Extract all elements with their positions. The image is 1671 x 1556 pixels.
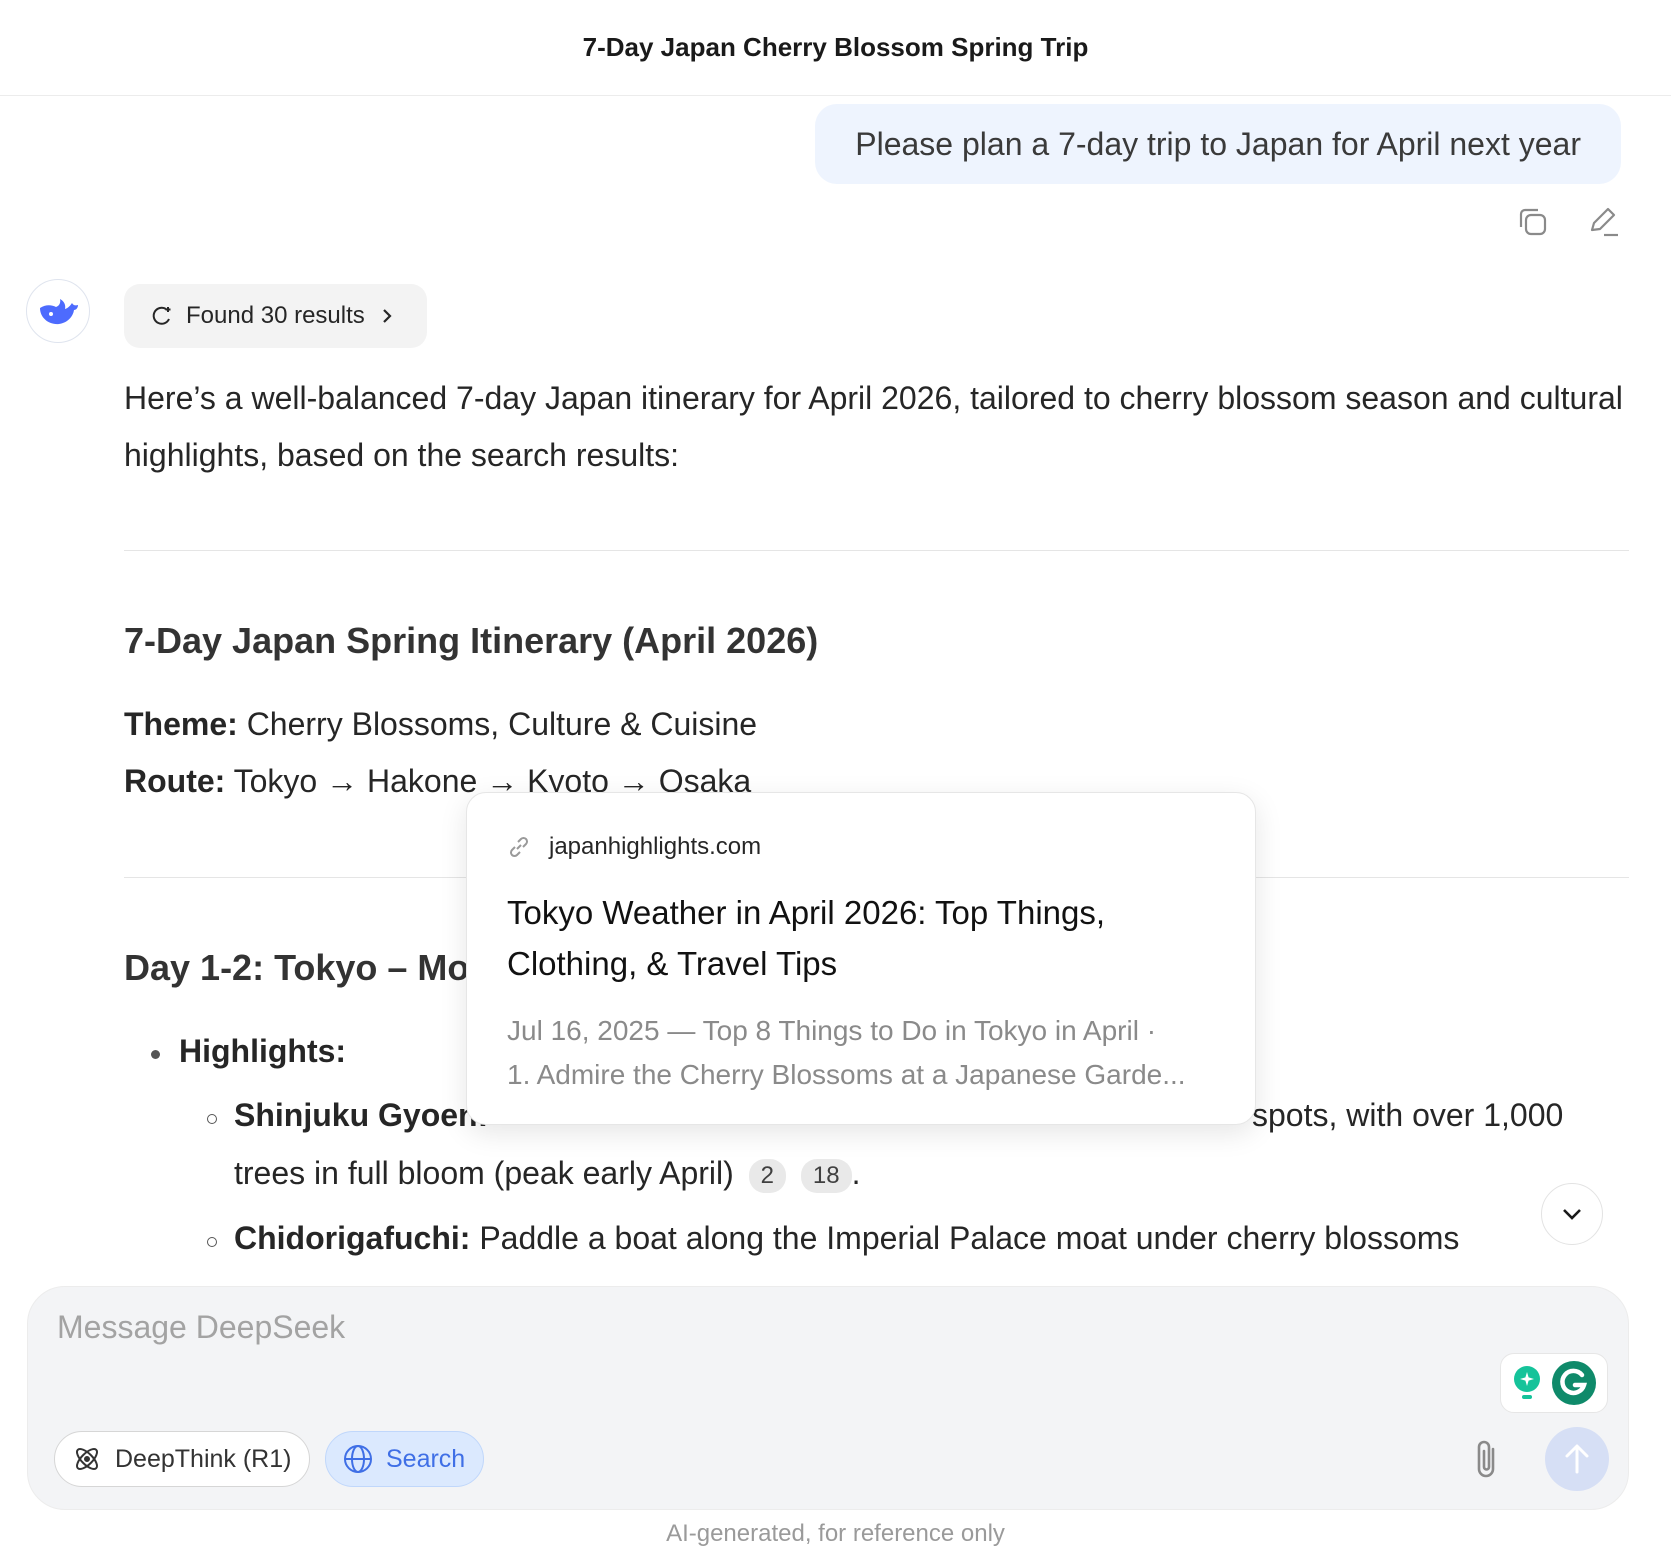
bulb-icon xyxy=(1514,1366,1540,1399)
chat-title: 7-Day Japan Cherry Blossom Spring Trip xyxy=(582,32,1089,62)
item-name-chidorigafuchi: Chidorigafuchi: xyxy=(234,1220,471,1256)
deepthink-toggle[interactable]: DeepThink (R1) xyxy=(54,1431,311,1487)
theme-label: Theme: xyxy=(124,706,238,742)
divider xyxy=(124,550,1629,551)
item-text-shinjuku-line2: trees in full bloom (peak early April) 2… xyxy=(234,1155,861,1193)
popover-snippet-line: 1. Admire the Cherry Blossoms at a Japan… xyxy=(507,1059,1186,1090)
message-input[interactable]: Message DeepSeek xyxy=(57,1309,345,1346)
item-chidorigafuchi: Chidorigafuchi: Paddle a boat along the … xyxy=(234,1220,1459,1257)
popover-title-line: Clothing, & Travel Tips xyxy=(507,945,838,982)
sub-bullet xyxy=(207,1237,217,1247)
assistant-response: Here’s a well-balanced 7-day Japan itine… xyxy=(124,370,1629,484)
theme-line: Theme: Cherry Blossoms, Culture & Cuisin… xyxy=(124,706,757,743)
search-spark-icon xyxy=(152,306,171,325)
search-results-chip[interactable]: Found 30 results xyxy=(124,284,427,348)
globe-icon xyxy=(344,1445,372,1473)
paperclip-icon xyxy=(1477,1440,1495,1478)
atom-icon xyxy=(76,1448,98,1470)
attach-button[interactable] xyxy=(1466,1435,1506,1485)
popover-snippet: Jul 16, 2025 — Top 8 Things to Do in Tok… xyxy=(507,1009,1215,1097)
copy-icon[interactable] xyxy=(1515,204,1551,240)
popover-snippet-line: Jul 16, 2025 — Top 8 Things to Do in Tok… xyxy=(507,1015,1157,1046)
item-text-shinjuku-tail: spots, with over 1,000 xyxy=(1252,1097,1564,1133)
item-name-shinjuku: Shinjuku Gyoen: xyxy=(234,1097,489,1133)
arrow-up-icon xyxy=(1565,1444,1589,1474)
edit-icon[interactable] xyxy=(1585,204,1621,240)
chevron-right-icon xyxy=(383,309,392,323)
popover-source: japanhighlights.com xyxy=(507,833,1215,861)
search-toggle[interactable]: Search xyxy=(325,1431,485,1487)
bullet-dot xyxy=(151,1050,160,1059)
theme-value: Cherry Blossoms, Culture & Cuisine xyxy=(246,706,758,742)
highlights-label: Highlights: xyxy=(179,1033,347,1069)
popover-title-line: Tokyo Weather in April 2026: Top Things, xyxy=(507,894,1106,931)
grammarly-icon xyxy=(1552,1361,1596,1405)
route-label: Route: xyxy=(124,763,226,799)
link-icon xyxy=(509,836,529,858)
send-button[interactable] xyxy=(1545,1427,1609,1491)
chat-header: 7-Day Japan Cherry Blossom Spring Trip xyxy=(0,0,1671,96)
scroll-to-bottom-button[interactable] xyxy=(1541,1183,1603,1245)
deepseek-whale-icon xyxy=(40,299,78,325)
citation-ref[interactable]: 2 xyxy=(748,1158,787,1193)
sub-bullet xyxy=(207,1114,217,1124)
user-message-bubble: Please plan a 7-day trip to Japan for Ap… xyxy=(815,104,1621,184)
response-intro: Here’s a well-balanced 7-day Japan itine… xyxy=(124,380,1623,473)
deepseek-avatar xyxy=(26,279,90,343)
item-text-shinjuku: trees in full bloom (peak early April) xyxy=(234,1155,734,1191)
day-heading: Day 1-2: Tokyo – Mo xyxy=(124,947,470,988)
item-text-chidorigafuchi: Paddle a boat along the Imperial Palace … xyxy=(479,1220,1460,1256)
search-label: Search xyxy=(386,1444,466,1473)
chevron-down-icon xyxy=(1563,1209,1581,1220)
citation-ref[interactable]: 18 xyxy=(800,1158,852,1193)
popover-title[interactable]: Tokyo Weather in April 2026: Top Things,… xyxy=(507,887,1215,989)
citation-popover[interactable]: japanhighlights.com Tokyo Weather in Apr… xyxy=(466,792,1256,1125)
grammarly-widget[interactable] xyxy=(1500,1353,1608,1413)
message-composer: Message DeepSeek DeepThink (R1) Search xyxy=(27,1286,1629,1510)
user-message-actions xyxy=(1515,204,1621,240)
user-message-text: Please plan a 7-day trip to Japan for Ap… xyxy=(855,125,1581,162)
itinerary-heading: 7-Day Japan Spring Itinerary (April 2026… xyxy=(124,620,819,661)
search-results-label: Found 30 results xyxy=(186,302,365,329)
popover-domain: japanhighlights.com xyxy=(549,833,762,860)
deepthink-label: DeepThink (R1) xyxy=(115,1444,292,1473)
ai-disclaimer: AI-generated, for reference only xyxy=(666,1520,1005,1547)
